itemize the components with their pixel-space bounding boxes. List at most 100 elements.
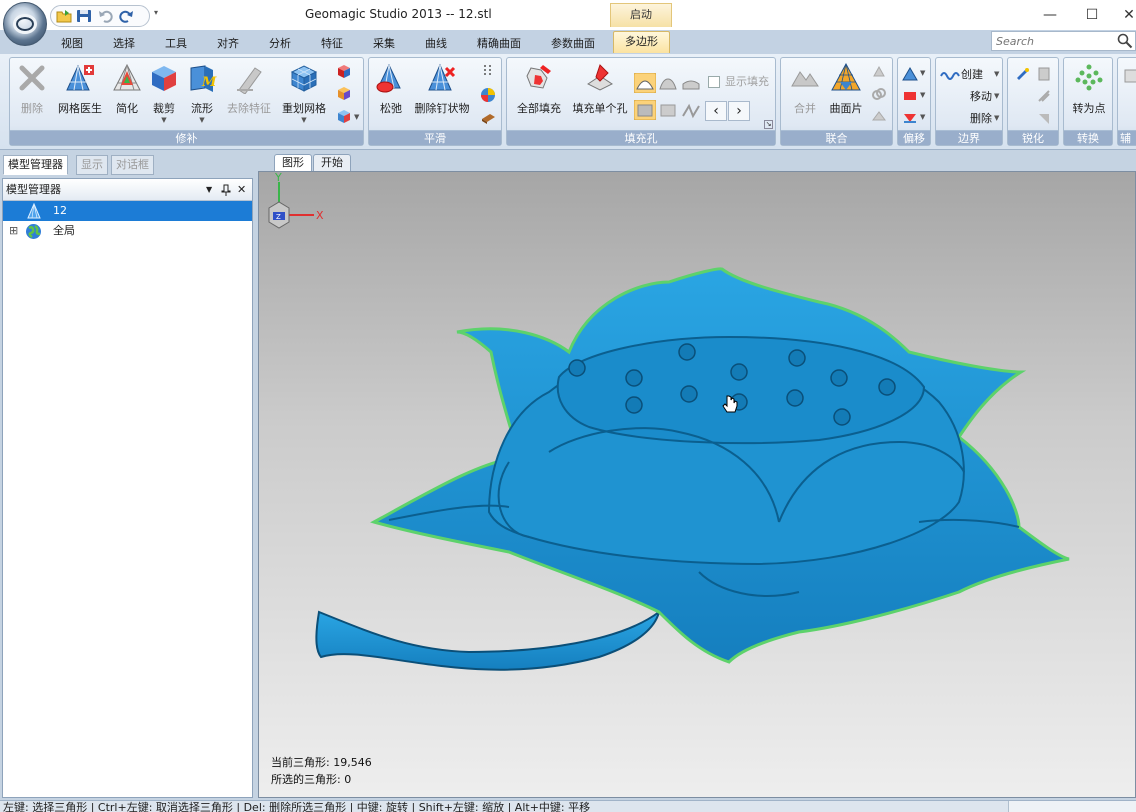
cube-red-small-icon[interactable] xyxy=(336,63,352,79)
tree-item-mesh-12[interactable]: 12 xyxy=(3,201,252,221)
tab-display[interactable]: 显示 xyxy=(76,155,108,175)
tab-features[interactable]: 特征 xyxy=(321,35,343,51)
merge-icon xyxy=(791,71,819,87)
fill-bridge-icon[interactable] xyxy=(680,100,702,120)
tab-align[interactable]: 对齐 xyxy=(217,35,239,51)
save-icon[interactable] xyxy=(76,9,92,23)
convert-to-points-button[interactable]: 转为点 xyxy=(1068,62,1110,122)
next-hole-button[interactable]: › xyxy=(728,101,750,121)
tree-expander-icon[interactable]: ⊞ xyxy=(9,221,18,241)
merge-button[interactable]: 合并 xyxy=(785,62,825,122)
3d-viewport[interactable]: 当前三角形: 19,546 所选的三角形: 0 Y X Z xyxy=(258,171,1136,798)
offset-emboss-icon[interactable] xyxy=(902,110,918,126)
fill-curvature-icon[interactable] xyxy=(634,73,656,93)
ribbon-tab-row: 视图 选择 工具 对齐 分析 特征 采集 曲线 精确曲面 参数曲面 多边形 xyxy=(0,30,1136,54)
remesh-button[interactable]: 重划网格 ▼ xyxy=(280,62,328,124)
tab-analysis[interactable]: 分析 xyxy=(269,35,291,51)
relax-button[interactable]: 松弛 xyxy=(373,62,409,122)
offset-emboss-dropdown-icon[interactable]: ▼ xyxy=(920,113,925,121)
offset-extrude-dropdown-icon[interactable]: ▼ xyxy=(920,91,925,99)
offset-uniform-dropdown-icon[interactable]: ▼ xyxy=(920,69,925,77)
boundary-delete-dropdown-icon[interactable]: ▼ xyxy=(994,114,999,122)
tab-curves[interactable]: 曲线 xyxy=(425,35,447,51)
tab-graphics[interactable]: 图形 xyxy=(274,154,312,171)
tab-capture[interactable]: 采集 xyxy=(373,35,395,51)
panel-menu-icon[interactable]: ▼ xyxy=(206,179,212,200)
trim-dropdown-icon[interactable]: ▼ xyxy=(148,117,180,124)
application-menu-button[interactable] xyxy=(3,2,47,46)
search-input[interactable] xyxy=(992,32,1110,50)
panel-close-icon[interactable]: ✕ xyxy=(237,179,246,200)
close-icon[interactable]: ✕ xyxy=(1122,6,1136,24)
combine-tool-1-icon[interactable] xyxy=(871,64,887,80)
remove-features-button[interactable]: 去除特征 xyxy=(224,62,274,122)
remesh-dropdown-icon[interactable]: ▼ xyxy=(280,117,328,124)
fill-dialog-launcher-icon[interactable]: ↘ xyxy=(764,120,773,129)
cube-split-small-icon[interactable] xyxy=(336,108,352,124)
group-fill-holes-label: 填充孔 xyxy=(507,130,775,145)
mesh-doctor-button[interactable]: 网格医生 xyxy=(56,62,104,122)
status-bar: 左键: 选择三角形 | Ctrl+左键: 取消选择三角形 | Del: 删除所选… xyxy=(0,800,1136,812)
tab-view[interactable]: 视图 xyxy=(61,35,83,51)
boundary-move-dropdown-icon[interactable]: ▼ xyxy=(994,92,999,100)
sharpen-extend-icon[interactable] xyxy=(1036,66,1052,82)
qat-customize-icon[interactable]: ▾ xyxy=(154,8,158,17)
tree-item-global[interactable]: ⊞ 全局 xyxy=(3,221,252,241)
boundary-move-button[interactable]: 移动 xyxy=(970,88,992,106)
delete-button[interactable]: 删除 xyxy=(16,62,48,122)
search-icon[interactable] xyxy=(1117,33,1133,49)
fill-complete-hole-icon[interactable] xyxy=(634,100,656,120)
sharpen-corner-icon[interactable] xyxy=(1036,110,1052,126)
flow-dropdown-icon[interactable]: ▼ xyxy=(186,117,218,124)
patch-button[interactable]: 曲面片 xyxy=(825,62,867,122)
mesh-icon xyxy=(27,203,41,219)
tab-model-manager[interactable]: 模型管理器 xyxy=(3,155,68,175)
fill-flat-icon[interactable] xyxy=(680,73,702,93)
trim-button[interactable]: 裁剪 ▼ xyxy=(148,62,180,124)
maximize-icon[interactable]: ☐ xyxy=(1082,6,1102,24)
sharpen-edges-icon[interactable] xyxy=(1036,88,1052,104)
combine-tool-2-icon[interactable] xyxy=(871,86,887,102)
offset-extrude-icon[interactable] xyxy=(902,88,918,104)
fill-boundary-hole-icon[interactable] xyxy=(657,100,679,120)
search-box xyxy=(991,31,1136,51)
axis-x-label: X xyxy=(316,209,324,222)
split-dropdown-icon[interactable]: ▼ xyxy=(354,113,359,121)
fill-tangent-icon[interactable] xyxy=(657,73,679,93)
remove-spikes-button[interactable]: 删除钉状物 xyxy=(413,62,471,122)
group-repair-label: 修补 xyxy=(10,130,363,145)
point-cloud-small-icon[interactable] xyxy=(480,63,496,79)
show-fill-checkbox[interactable] xyxy=(708,76,720,88)
lotus-mesh-model[interactable] xyxy=(259,172,1135,797)
manifold-button[interactable]: M 流形 ▼ xyxy=(186,62,218,124)
tab-select[interactable]: 选择 xyxy=(113,35,135,51)
undo-icon[interactable] xyxy=(98,9,114,23)
combine-tool-3-icon[interactable] xyxy=(871,108,887,124)
boundary-create-button[interactable]: 创建 xyxy=(961,66,983,84)
simplify-icon xyxy=(113,63,141,91)
tab-polygons[interactable]: 多边形 xyxy=(613,31,670,53)
tab-exact-surfaces[interactable]: 精确曲面 xyxy=(477,35,521,51)
tab-tools[interactable]: 工具 xyxy=(165,35,187,51)
minimize-icon[interactable]: — xyxy=(1040,6,1060,24)
tab-start[interactable]: 开始 xyxy=(313,154,351,171)
boundary-create-dropdown-icon[interactable]: ▼ xyxy=(994,70,999,78)
sharpen-wizard-icon[interactable] xyxy=(1015,66,1031,82)
redo-icon[interactable] xyxy=(118,9,134,23)
pin-icon[interactable] xyxy=(221,179,231,203)
axis-triad-icon: Y X Z xyxy=(268,172,324,229)
offset-uniform-icon[interactable] xyxy=(902,66,918,82)
open-folder-icon[interactable] xyxy=(56,9,72,23)
group-offset-label: 偏移 xyxy=(898,130,930,145)
boundary-delete-button[interactable]: 删除 xyxy=(970,110,992,128)
fill-single-button[interactable]: 填充单个孔 xyxy=(571,62,629,122)
sphere-small-icon[interactable] xyxy=(480,87,496,103)
cube-orange-small-icon[interactable] xyxy=(336,85,352,101)
sandpaper-small-icon[interactable] xyxy=(480,110,496,126)
auxiliary-tool-icon[interactable] xyxy=(1123,68,1136,84)
fill-all-button[interactable]: 全部填充 xyxy=(511,62,567,122)
tab-parametric-surfaces[interactable]: 参数曲面 xyxy=(551,35,595,51)
previous-hole-button[interactable]: ‹ xyxy=(705,101,727,121)
simplify-button[interactable]: 简化 xyxy=(111,62,143,122)
tab-dialog[interactable]: 对话框 xyxy=(111,155,154,175)
